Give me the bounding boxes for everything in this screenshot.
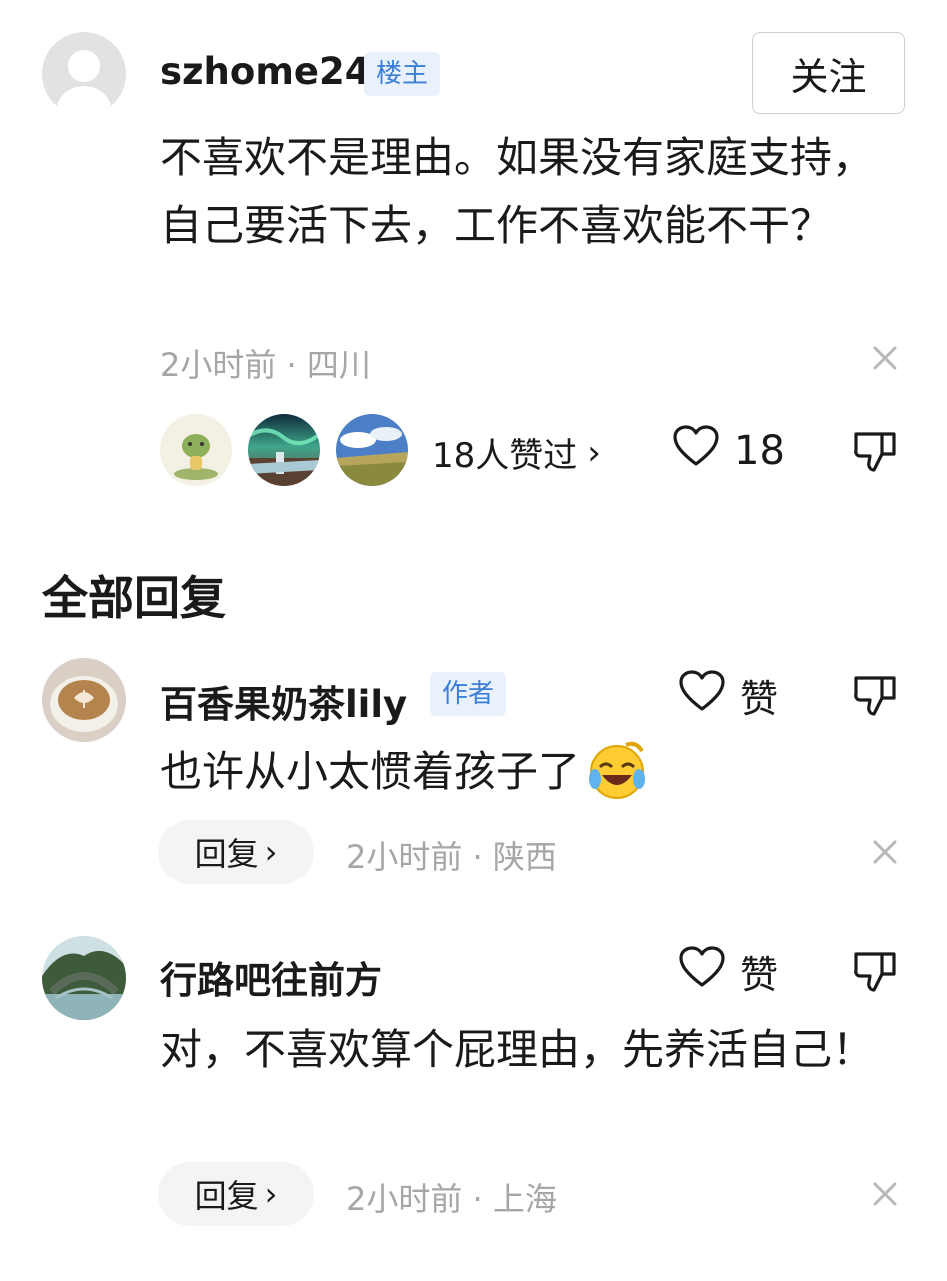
likers-link[interactable]: 18人赞过 ›: [432, 428, 601, 477]
post-meta: 2小时前 · 四川: [160, 346, 371, 384]
likers-text: 18人赞过: [432, 436, 578, 476]
reply-button-label: 回复: [194, 1177, 259, 1215]
reply-like-button[interactable]: 赞: [678, 668, 778, 723]
reply-meta: 2小时前 · 陕西: [346, 838, 557, 876]
post-like-button[interactable]: 18: [672, 424, 785, 477]
reply-author-name[interactable]: 行路吧往前方: [160, 950, 382, 1004]
reply-button[interactable]: 回复 ›: [158, 1162, 314, 1226]
like-label: 赞: [740, 677, 779, 721]
like-count: 18: [734, 427, 785, 474]
reply-text: 也许从小太惯着孩子了: [160, 747, 581, 796]
chevron-right-icon: ›: [587, 432, 601, 473]
reply-text: 对，不喜欢算个屁理由，先养活自己！: [160, 1025, 875, 1074]
reply-button-label: 回复: [194, 835, 259, 873]
reply-button[interactable]: 回复 ›: [158, 820, 314, 884]
thumbs-down-icon[interactable]: [852, 428, 898, 478]
heart-icon: [678, 669, 726, 722]
thumbs-down-icon[interactable]: [852, 948, 898, 998]
follow-button[interactable]: 关注: [752, 32, 905, 114]
reply-avatar[interactable]: [42, 936, 126, 1020]
post-content: 不喜欢不是理由。如果没有家庭支持，自己要活下去，工作不喜欢能不干？: [160, 133, 875, 250]
post-author-name[interactable]: szhome24: [160, 50, 370, 93]
reply-like-button[interactable]: 赞: [678, 944, 778, 999]
author-badge: 作者: [430, 672, 507, 716]
op-badge: 楼主: [364, 52, 441, 96]
close-icon[interactable]: [869, 1178, 901, 1210]
like-label: 赞: [740, 953, 779, 997]
thumbs-down-icon[interactable]: [852, 672, 898, 722]
chevron-right-icon: ›: [264, 833, 278, 871]
reply-content: 也许从小太惯着孩子了: [160, 738, 648, 806]
laughing-crying-emoji-icon: [586, 739, 648, 805]
close-icon[interactable]: [869, 836, 901, 868]
reply-meta: 2小时前 · 上海: [346, 1180, 557, 1218]
liker-avatar[interactable]: [248, 414, 320, 486]
liker-avatar[interactable]: [160, 414, 232, 486]
heart-icon: [672, 424, 720, 477]
reply-avatar[interactable]: [42, 658, 126, 742]
section-title: 全部回复: [42, 571, 226, 625]
post-author-avatar[interactable]: [42, 32, 126, 116]
reply-author-name[interactable]: 百香果奶茶lily: [160, 674, 407, 728]
close-icon[interactable]: [869, 342, 901, 374]
chevron-right-icon: ›: [264, 1175, 278, 1213]
heart-icon: [678, 945, 726, 998]
liker-avatar[interactable]: [336, 414, 408, 486]
